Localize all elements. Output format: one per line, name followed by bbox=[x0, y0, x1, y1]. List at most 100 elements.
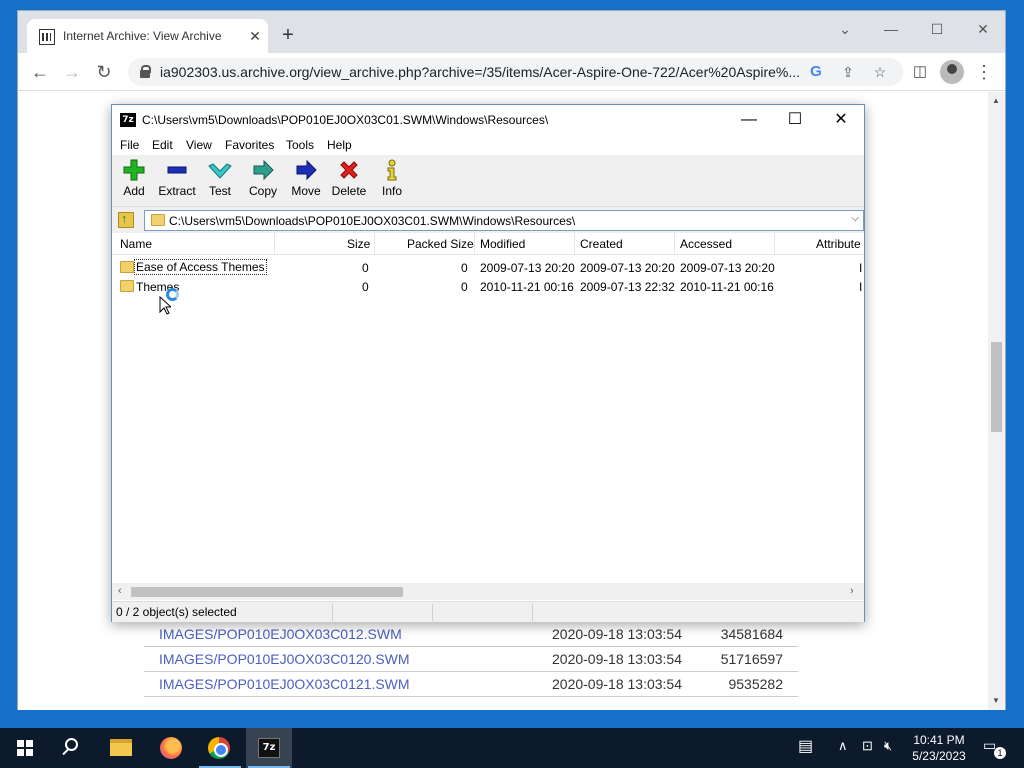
menu-file[interactable]: File bbox=[120, 138, 139, 152]
scroll-left-arrow-icon[interactable]: ‹ bbox=[118, 585, 122, 597]
window-title: C:\Users\vm5\Downloads\POP010EJ0OX03C01.… bbox=[142, 113, 549, 127]
column-divider[interactable] bbox=[274, 233, 275, 254]
search-button[interactable] bbox=[50, 728, 96, 768]
archive-file-link[interactable]: IMAGES/POP010EJ0OX03C012.SWM bbox=[159, 626, 402, 642]
address-bar[interactable]: ia902303.us.archive.org/view_archive.php… bbox=[128, 58, 903, 86]
reload-icon[interactable]: ↻ bbox=[92, 60, 116, 84]
horizontal-scrollbar[interactable]: ‹ › bbox=[112, 583, 864, 600]
column-attributes[interactable]: Attribute bbox=[816, 237, 861, 251]
file-size: 34581684 bbox=[720, 626, 783, 642]
delete-button[interactable]: Delete bbox=[327, 159, 371, 205]
sevenzip-taskbar-button[interactable]: 7z bbox=[246, 728, 292, 768]
url-text[interactable]: ia902303.us.archive.org/view_archive.php… bbox=[160, 64, 800, 80]
hscroll-thumb[interactable] bbox=[131, 587, 403, 597]
bookmark-star-icon[interactable]: ☆ bbox=[870, 62, 890, 82]
maximize-button[interactable]: ☐ bbox=[772, 105, 818, 135]
google-lens-icon[interactable]: G bbox=[806, 62, 826, 82]
file-name[interactable]: Ease of Access Themes bbox=[134, 259, 267, 275]
menu-help[interactable]: Help bbox=[327, 138, 352, 152]
delete-x-icon bbox=[327, 159, 371, 181]
scroll-down-arrow-icon[interactable]: ▼ bbox=[992, 696, 1000, 705]
news-widget-icon[interactable]: ▤ bbox=[798, 736, 813, 756]
start-button[interactable] bbox=[0, 728, 46, 768]
chrome-button[interactable] bbox=[197, 728, 243, 768]
sevenzip-titlebar[interactable]: 7z C:\Users\vm5\Downloads\POP010EJ0OX03C… bbox=[112, 105, 864, 135]
archive-file-link[interactable]: IMAGES/POP010EJ0OX03C0120.SWM bbox=[159, 651, 410, 667]
close-button[interactable]: ✕ bbox=[818, 105, 864, 135]
file-explorer-button[interactable] bbox=[99, 728, 145, 768]
scroll-right-arrow-icon[interactable]: › bbox=[850, 585, 854, 597]
extract-label: Extract bbox=[158, 184, 196, 198]
close-button[interactable]: ✕ bbox=[968, 17, 998, 41]
chevron-down-icon[interactable]: ⌵ bbox=[851, 213, 859, 224]
browser-tab[interactable]: Internet Archive: View Archive ✕ bbox=[27, 19, 268, 53]
file-attributes: I bbox=[859, 280, 863, 294]
file-modified: 2010-11-21 00:16 bbox=[480, 280, 574, 294]
status-bar: 0 / 2 object(s) selected bbox=[112, 601, 864, 622]
column-divider[interactable] bbox=[474, 233, 475, 254]
info-label: Info bbox=[381, 184, 402, 198]
file-accessed: 2010-11-21 00:16 bbox=[680, 280, 774, 294]
clock[interactable]: 10:41 PM 5/23/2023 bbox=[906, 732, 972, 764]
profile-avatar-icon[interactable] bbox=[940, 60, 964, 84]
file-packed-size: 0 bbox=[461, 261, 468, 275]
column-packed-size[interactable]: Packed Size bbox=[407, 237, 474, 251]
forward-arrow-icon[interactable]: → bbox=[60, 60, 84, 84]
page-scrollbar[interactable]: ▲ ▼ bbox=[988, 92, 1005, 710]
menu-dots-icon[interactable]: ⋮ bbox=[972, 60, 996, 84]
extract-button[interactable]: Extract bbox=[155, 159, 199, 205]
archive-file-link[interactable]: IMAGES/POP010EJ0OX03C0121.SWM bbox=[159, 676, 410, 692]
path-text[interactable]: C:\Users\vm5\Downloads\POP010EJ0OX03C01.… bbox=[169, 214, 575, 228]
copy-button[interactable]: Copy bbox=[241, 159, 285, 205]
list-item[interactable]: Themes 0 0 2010-11-21 00:16 2009-07-13 2… bbox=[112, 277, 864, 296]
firefox-icon bbox=[160, 737, 182, 759]
tab-search-chevron-icon[interactable]: ⌄ bbox=[830, 17, 860, 41]
side-panel-icon[interactable]: ◫ bbox=[908, 60, 932, 84]
maximize-button[interactable]: ☐ bbox=[922, 17, 952, 41]
column-created[interactable]: Created bbox=[580, 237, 623, 251]
show-hidden-icons-chevron-icon[interactable]: ∧ bbox=[838, 738, 848, 754]
lock-icon[interactable] bbox=[140, 65, 151, 78]
folder-icon bbox=[120, 280, 134, 292]
column-divider[interactable] bbox=[574, 233, 575, 254]
tab-close-icon[interactable]: ✕ bbox=[246, 27, 264, 45]
volume-muted-icon[interactable]: 🔇︎ bbox=[884, 738, 892, 754]
test-button[interactable]: Test bbox=[198, 159, 242, 205]
menu-favorites[interactable]: Favorites bbox=[225, 138, 274, 152]
menu-edit[interactable]: Edit bbox=[152, 138, 173, 152]
column-divider[interactable] bbox=[374, 233, 375, 254]
column-size[interactable]: Size bbox=[347, 237, 370, 251]
column-accessed[interactable]: Accessed bbox=[680, 237, 732, 251]
network-icon[interactable]: ⊡ bbox=[862, 738, 873, 754]
path-combobox[interactable]: C:\Users\vm5\Downloads\POP010EJ0OX03C01.… bbox=[144, 210, 864, 231]
list-item[interactable]: Ease of Access Themes 0 0 2009-07-13 20:… bbox=[112, 258, 864, 277]
folder-up-icon[interactable] bbox=[118, 211, 134, 228]
column-name[interactable]: Name bbox=[120, 237, 152, 251]
share-icon[interactable]: ⇪ bbox=[838, 62, 858, 82]
column-divider[interactable] bbox=[674, 233, 675, 254]
scroll-thumb[interactable] bbox=[991, 342, 1002, 432]
move-label: Move bbox=[291, 184, 321, 198]
new-tab-button[interactable]: + bbox=[277, 25, 299, 47]
column-modified[interactable]: Modified bbox=[480, 237, 525, 251]
file-size: 51716597 bbox=[720, 651, 783, 667]
menu-tools[interactable]: Tools bbox=[286, 138, 314, 152]
add-button[interactable]: Add bbox=[112, 159, 156, 205]
info-i-icon bbox=[370, 159, 414, 181]
minimize-button[interactable]: — bbox=[726, 105, 772, 135]
firefox-button[interactable] bbox=[148, 728, 194, 768]
menu-view[interactable]: View bbox=[186, 138, 212, 152]
archive-favicon-icon bbox=[39, 29, 55, 45]
move-button[interactable]: Move bbox=[284, 159, 328, 205]
file-list[interactable]: Ease of Access Themes 0 0 2009-07-13 20:… bbox=[112, 255, 864, 583]
info-button[interactable]: Info bbox=[370, 159, 414, 205]
clock-time: 10:41 PM bbox=[913, 733, 965, 747]
column-divider[interactable] bbox=[774, 233, 775, 254]
scroll-up-arrow-icon[interactable]: ▲ bbox=[992, 96, 1000, 105]
back-arrow-icon[interactable]: ← bbox=[28, 60, 52, 84]
file-modified: 2009-07-13 20:20 bbox=[480, 261, 575, 275]
file-date: 2020-09-18 13:03:54 bbox=[552, 626, 682, 642]
file-date: 2020-09-18 13:03:54 bbox=[552, 676, 682, 692]
minimize-button[interactable]: — bbox=[876, 17, 906, 41]
notification-center-button[interactable]: ▭ 1 bbox=[983, 737, 1006, 759]
